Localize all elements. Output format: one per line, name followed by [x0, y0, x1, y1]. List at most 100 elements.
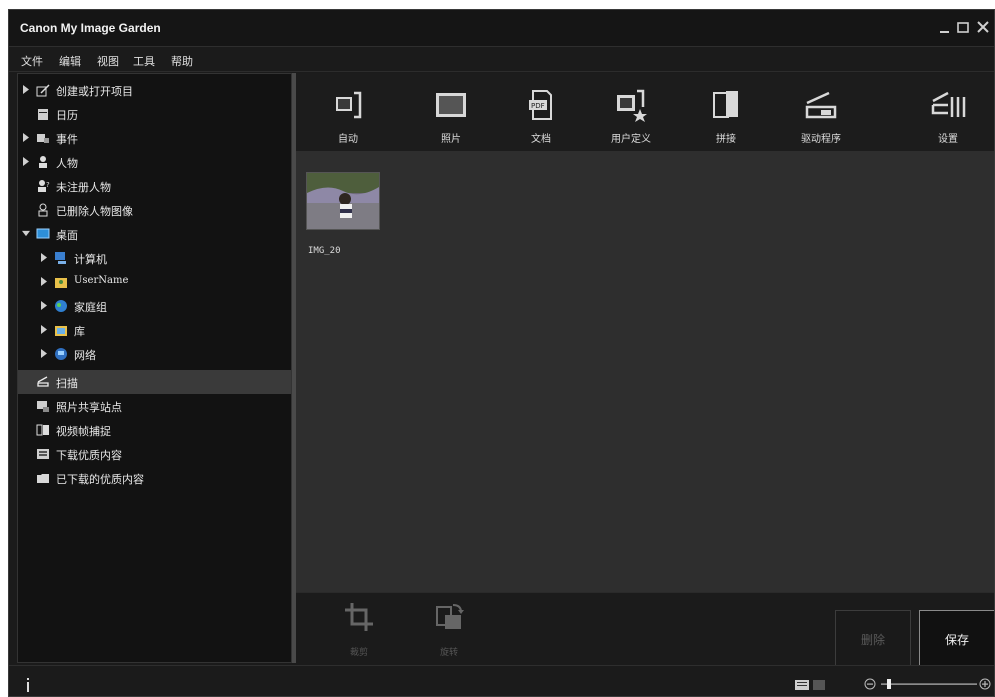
sidebar-item-label: 已删除人物图像 [56, 205, 133, 218]
tool-label: 照片 [441, 134, 461, 145]
tool-label: 驱动程序 [801, 134, 841, 145]
sidebar-item-label: 创建或打开项目 [56, 85, 133, 98]
sidebar-item-label: 日历 [56, 109, 78, 122]
calendar-icon [38, 109, 48, 120]
title-bar: Canon My Image Garden [9, 10, 994, 47]
sidebar-item-photo-share[interactable]: 照片共享站点 [18, 394, 291, 418]
driver-button[interactable]: 驱动程序 [786, 73, 856, 152]
auto-scan-icon [336, 91, 362, 119]
user-folder-icon [55, 278, 67, 288]
app-title: Canon My Image Garden [20, 21, 161, 35]
delete-button[interactable]: 删除 [835, 610, 911, 670]
tool-label: 用户定义 [611, 134, 651, 145]
desktop-icon [36, 228, 50, 239]
sidebar-item-desktop[interactable]: 桌面 [18, 222, 291, 246]
tool-label: 设置 [938, 134, 958, 145]
save-button[interactable]: 保存 [919, 610, 994, 670]
sidebar-item-event[interactable]: 事件 [18, 126, 291, 150]
sidebar-item-homegroup[interactable]: 家庭组 [18, 294, 291, 318]
sidebar-item-label: 照片共享站点 [56, 401, 122, 414]
info-icon[interactable] [24, 678, 32, 692]
download-content-icon [37, 449, 49, 459]
crop-button[interactable]: 裁剪 [334, 593, 384, 664]
sidebar-item-username[interactable]: UserName [18, 270, 291, 294]
custom-scan-button[interactable]: 用户定义 [596, 73, 666, 152]
driver-icon [805, 91, 837, 119]
tool-label: 拼接 [716, 134, 736, 145]
collapse-caret-icon[interactable] [22, 229, 30, 238]
photo-scan-icon [436, 93, 466, 117]
scan-icon [37, 376, 49, 387]
photo-preview-image [307, 173, 379, 229]
sidebar-item-video-capture[interactable]: 视频帧捕捉 [18, 418, 291, 442]
edit-bar: 裁剪 旋转 删除 保存 [296, 592, 994, 670]
sidebar-item-people[interactable]: 人物 [18, 150, 291, 174]
app-window: Canon My Image Garden 文件 编辑 视图 工具 帮助 创建或… [8, 9, 995, 697]
settings-icon [931, 91, 966, 117]
sidebar-item-downloaded-content[interactable]: 已下载的优质内容 [18, 466, 291, 490]
svg-text:?: ? [46, 181, 50, 189]
sidebar-item-deleted-people[interactable]: 已删除人物图像 [18, 198, 291, 222]
expand-caret-icon[interactable] [40, 325, 48, 334]
close-icon[interactable] [975, 19, 991, 35]
sidebar-item-network[interactable]: 网络 [18, 342, 291, 366]
rotate-button[interactable]: 旋转 [424, 593, 474, 664]
sidebar-item-label: 未注册人物 [56, 181, 111, 194]
unregistered-person-icon: ? [38, 180, 50, 192]
image-thumbnail[interactable] [306, 172, 380, 230]
sidebar-item-scan[interactable]: 扫描 [18, 370, 291, 394]
sidebar-item-download-content[interactable]: 下载优质内容 [18, 442, 291, 466]
status-bar [9, 665, 994, 696]
sidebar-item-label: 桌面 [56, 229, 78, 242]
sidebar-item-library[interactable]: 库 [18, 318, 291, 342]
document-scan-icon: PDF [529, 90, 552, 120]
view-mode-toggle-icon[interactable] [795, 680, 829, 690]
photo-scan-button[interactable]: 照片 [416, 73, 486, 152]
auto-scan-button[interactable]: 自动 [313, 73, 383, 152]
maximize-icon[interactable] [955, 19, 971, 35]
zoom-out-icon[interactable] [864, 678, 876, 690]
expand-caret-icon[interactable] [40, 253, 48, 262]
tool-label: 自动 [338, 134, 358, 145]
event-icon [37, 134, 49, 143]
expand-caret-icon[interactable] [40, 349, 48, 358]
sidebar-item-label: 事件 [56, 133, 78, 146]
rotate-label: 旋转 [439, 648, 458, 658]
deleted-person-icon [38, 203, 48, 217]
stitch-scan-icon [713, 91, 738, 118]
stitch-scan-button[interactable]: 拼接 [691, 73, 761, 152]
expand-caret-icon[interactable] [40, 277, 48, 286]
sidebar-item-calendar[interactable]: 日历 [18, 102, 291, 126]
minimize-icon[interactable] [937, 19, 953, 35]
expand-caret-icon[interactable] [22, 85, 30, 94]
folder-icon [37, 474, 49, 483]
settings-button[interactable]: 设置 [913, 73, 983, 152]
sidebar-item-label: 已下载的优质内容 [56, 473, 144, 486]
video-capture-icon [36, 424, 49, 436]
menu-view[interactable]: 视图 [97, 53, 119, 69]
menu-edit[interactable]: 编辑 [59, 53, 81, 69]
sidebar-item-computer[interactable]: 计算机 [18, 246, 291, 270]
create-project-icon [36, 84, 50, 97]
sidebar-item-unregistered-people[interactable]: ? 未注册人物 [18, 174, 291, 198]
sidebar-item-label: 人物 [56, 157, 78, 170]
person-icon [39, 156, 47, 168]
thumbnail-caption: IMG_20 [308, 246, 341, 256]
sidebar-item-label: 视频帧捕捉 [56, 425, 111, 438]
menu-help[interactable]: 帮助 [171, 53, 193, 69]
document-scan-button[interactable]: PDF 文档 [506, 73, 576, 152]
zoom-slider[interactable] [879, 678, 979, 690]
scan-toolbar: 自动 照片 PDF 文档 用户定义 拼接 驱动程序 设置 [296, 73, 994, 152]
library-icon [55, 326, 67, 336]
sidebar-item-label: 下载优质内容 [56, 449, 122, 462]
expand-caret-icon[interactable] [22, 157, 30, 166]
expand-caret-icon[interactable] [40, 301, 48, 310]
sidebar-item-create-project[interactable]: 创建或打开项目 [18, 78, 291, 102]
expand-caret-icon[interactable] [22, 133, 30, 142]
sidebar-tree: 创建或打开项目 日历 事件 人物 ? 未注册人物 已删除人物图像 桌面 计算机 … [17, 73, 292, 663]
sidebar-item-label: UserName [74, 275, 129, 286]
sidebar-item-label: 家庭组 [74, 301, 107, 314]
zoom-in-icon[interactable] [979, 678, 991, 690]
menu-file[interactable]: 文件 [21, 53, 43, 69]
menu-tools[interactable]: 工具 [133, 53, 155, 69]
